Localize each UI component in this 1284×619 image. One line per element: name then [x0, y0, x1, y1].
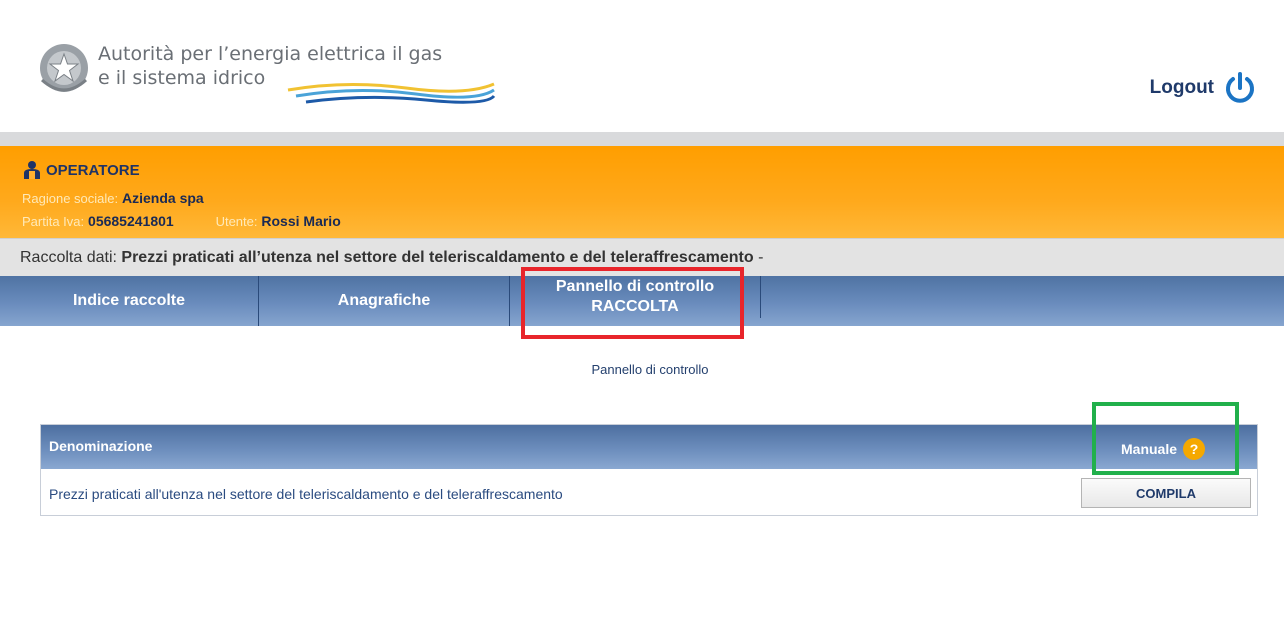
raccolta-dati-bar: Raccolta dati: Prezzi praticati all’uten…: [0, 238, 1284, 276]
authority-logo: Autorità per l’energia elettrica il gas …: [36, 40, 496, 110]
ragione-sociale-value: Azienda spa: [122, 190, 204, 206]
col-denominazione: Denominazione: [49, 438, 153, 454]
raccolta-suffix: -: [758, 249, 764, 266]
operator-panel: OPERATORE Ragione sociale: Azienda spa P…: [0, 146, 1284, 238]
emblem-icon: [40, 44, 88, 92]
compila-button[interactable]: COMPILA: [1081, 478, 1251, 508]
raccolte-table: Denominazione Manuale ? Prezzi praticati…: [40, 424, 1258, 516]
table-header: Denominazione Manuale ?: [41, 425, 1257, 469]
nav-pannello-controllo[interactable]: Pannello di controllo RACCOLTA: [510, 272, 760, 322]
ragione-sociale-row: Ragione sociale: Azienda spa: [22, 190, 204, 206]
waves-logo-mark: [287, 82, 496, 104]
authority-name-line1: Autorità per l’energia elettrica il gas: [98, 43, 443, 65]
utente-value: Rossi Mario: [261, 213, 341, 229]
manuale-link[interactable]: Manuale ?: [1121, 438, 1206, 460]
logout-label: Logout: [1149, 77, 1214, 98]
main-nav: Indice raccolte Anagrafiche Pannello di …: [0, 276, 1284, 326]
help-icon[interactable]: ?: [1183, 438, 1206, 460]
nav-indice-raccolte-label: Indice raccolte: [72, 292, 186, 309]
user-icon: [24, 161, 40, 179]
nav-anagrafiche[interactable]: Anagrafiche: [259, 276, 509, 326]
partita-iva-value: 05685241801: [88, 213, 174, 229]
power-icon: [1226, 72, 1254, 103]
nav-divider: [760, 276, 761, 318]
logout-button[interactable]: Logout: [1150, 70, 1258, 106]
operator-title-text: OPERATORE: [46, 161, 140, 179]
page-header: Autorità per l’energia elettrica il gas …: [0, 0, 1284, 132]
header-divider: [0, 132, 1284, 146]
ragione-sociale-label: Ragione sociale:: [22, 191, 119, 206]
nav-pannello-label-line2: RACCOLTA: [591, 298, 679, 315]
breadcrumb[interactable]: Pannello di controllo: [0, 362, 1284, 377]
nav-anagrafiche-label: Anagrafiche: [337, 292, 431, 309]
col-manuale: Manuale: [1121, 441, 1178, 457]
nav-pannello-label-line1: Pannello di controllo: [555, 278, 715, 295]
table-row-denominazione[interactable]: Prezzi praticati all'utenza nel settore …: [49, 486, 563, 502]
raccolta-title: Prezzi praticati all’utenza nel settore …: [121, 249, 754, 266]
partita-iva-label: Partita Iva:: [22, 214, 85, 229]
operator-title: OPERATORE: [22, 160, 140, 180]
partita-iva-row: Partita Iva: 05685241801 Utente: Rossi M…: [22, 213, 341, 229]
nav-indice-raccolte[interactable]: Indice raccolte: [0, 276, 258, 326]
utente-label: Utente:: [215, 214, 258, 229]
raccolta-label: Raccolta dati:: [20, 249, 117, 266]
